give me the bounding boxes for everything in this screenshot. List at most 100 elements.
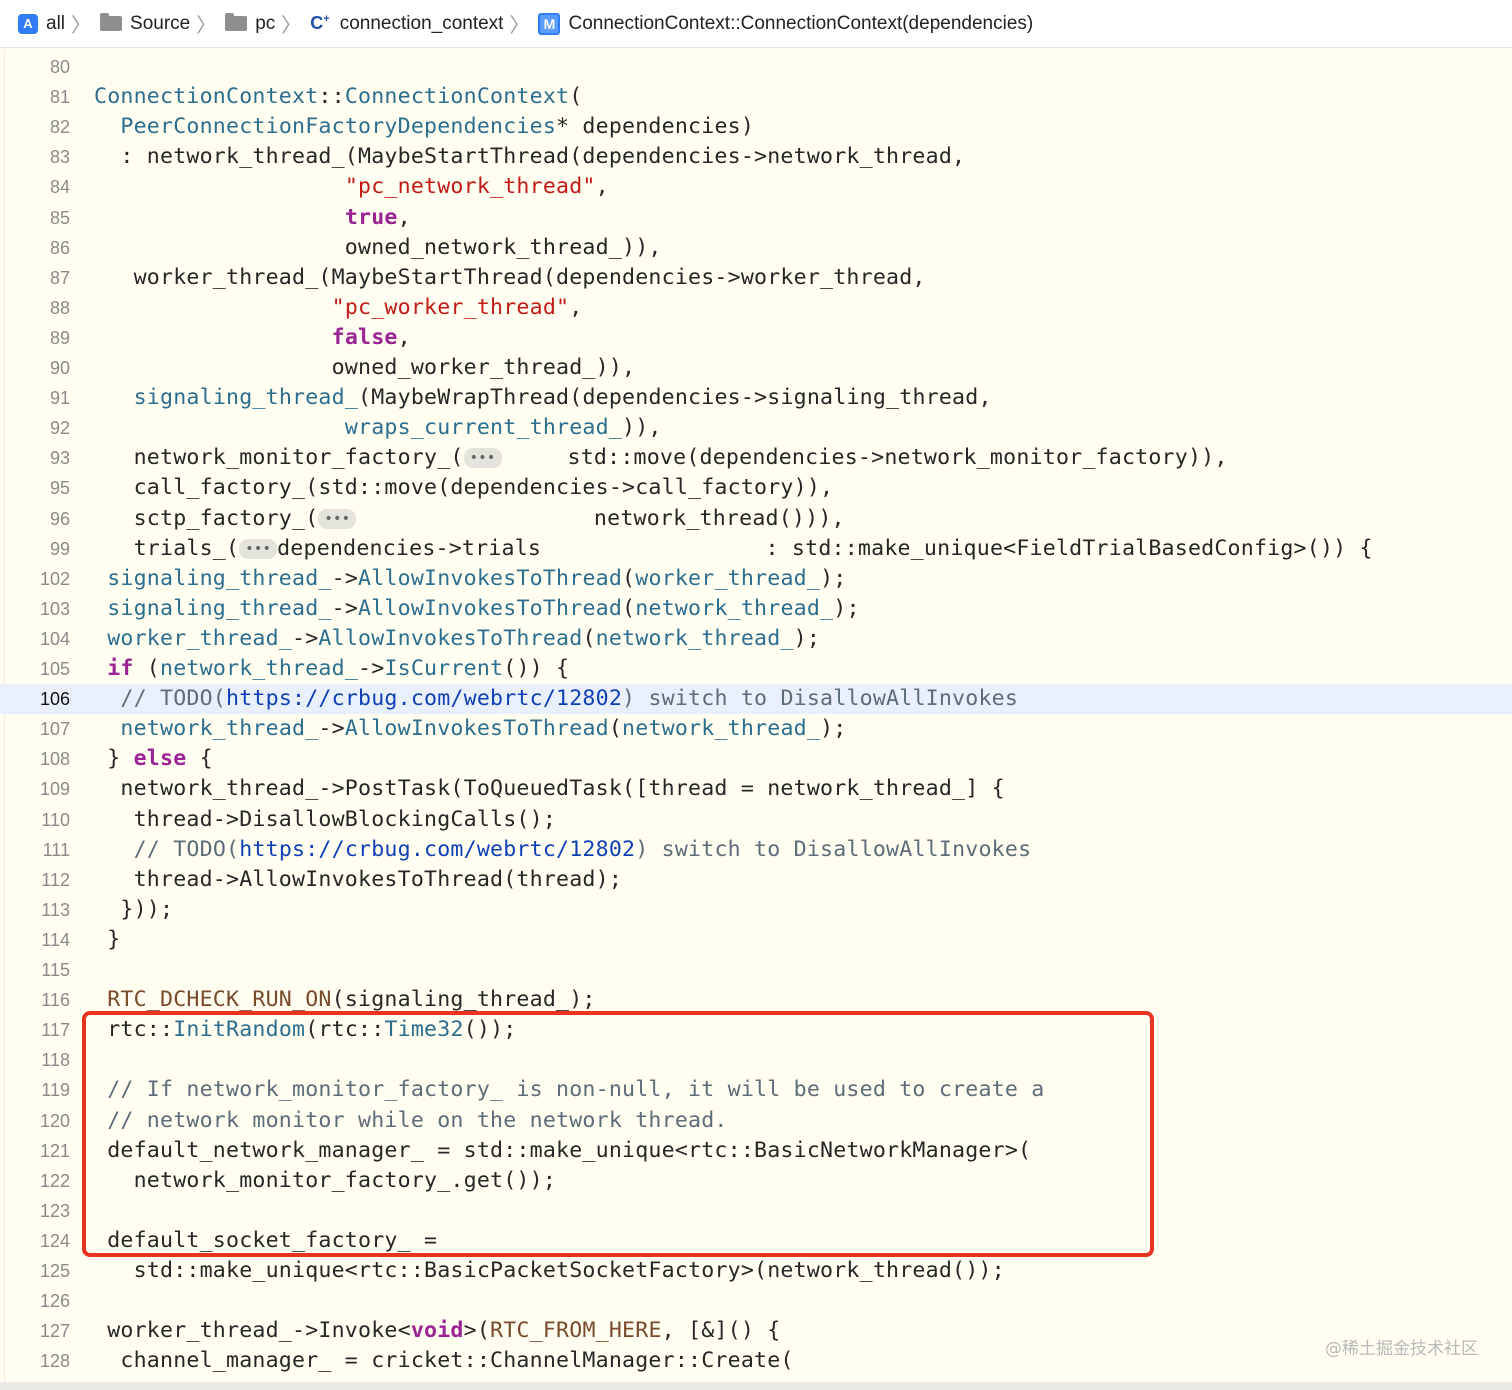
horizontal-scrollbar[interactable]	[0, 1382, 1512, 1390]
code-text[interactable]: network_thread_->AllowInvokesToThread(ne…	[94, 714, 846, 744]
code-text[interactable]: : network_thread_(MaybeStartThread(depen…	[94, 142, 965, 172]
code-text[interactable]: if (network_thread_->IsCurrent()) {	[94, 654, 569, 684]
code-text[interactable]: sctp_factory_(••• network_thread())),	[94, 504, 845, 534]
breadcrumb-item-method[interactable]: M ConnectionContext::ConnectionContext(d…	[538, 12, 1033, 35]
code-line[interactable]: 80	[0, 52, 1512, 82]
line-number[interactable]: 117	[0, 1015, 70, 1045]
line-number[interactable]: 126	[0, 1286, 70, 1316]
line-number[interactable]: 105	[0, 654, 70, 684]
line-number[interactable]: 123	[0, 1196, 70, 1226]
line-number[interactable]: 127	[0, 1316, 70, 1346]
code-text[interactable]: worker_thread_(MaybeStartThread(dependen…	[94, 263, 926, 293]
line-number[interactable]: 108	[0, 744, 70, 774]
code-line[interactable]: 107 network_thread_->AllowInvokesToThrea…	[0, 714, 1512, 744]
code-text[interactable]: owned_worker_thread_)),	[94, 353, 635, 383]
code-line[interactable]: 88 "pc_worker_thread",	[0, 293, 1512, 323]
line-number[interactable]: 92	[0, 413, 70, 443]
code-line[interactable]: 95 call_factory_(std::move(dependencies-…	[0, 473, 1512, 503]
code-line[interactable]: 83 : network_thread_(MaybeStartThread(de…	[0, 142, 1512, 172]
code-line[interactable]: 82 PeerConnectionFactoryDependencies* de…	[0, 112, 1512, 142]
code-line[interactable]: 86 owned_network_thread_)),	[0, 233, 1512, 263]
line-number[interactable]: 128	[0, 1346, 70, 1376]
line-number[interactable]: 119	[0, 1075, 70, 1105]
breadcrumb-item-all[interactable]: A all	[18, 13, 65, 35]
line-number[interactable]: 85	[0, 203, 70, 233]
line-number[interactable]: 109	[0, 774, 70, 804]
code-line[interactable]: 105 if (network_thread_->IsCurrent()) {	[0, 654, 1512, 684]
line-number[interactable]: 120	[0, 1106, 70, 1136]
code-text[interactable]: }	[94, 925, 120, 955]
code-text[interactable]: true,	[94, 203, 411, 233]
code-text[interactable]: worker_thread_->AllowInvokesToThread(net…	[94, 624, 820, 654]
code-text[interactable]: trials_(••• dependencies->trials : std::m…	[94, 534, 1373, 564]
code-text[interactable]: // TODO(https://crbug.com/webrtc/12802) …	[94, 835, 1031, 865]
line-number[interactable]: 80	[0, 52, 70, 82]
code-text[interactable]: ConnectionContext::ConnectionContext(	[94, 82, 582, 112]
code-text[interactable]: owned_network_thread_)),	[94, 233, 662, 263]
code-text[interactable]: "pc_worker_thread",	[94, 293, 583, 323]
code-line[interactable]: 109 network_thread_->PostTask(ToQueuedTa…	[0, 774, 1512, 804]
code-line[interactable]: 81 ConnectionContext::ConnectionContext(	[0, 82, 1512, 112]
code-line[interactable]: 104 worker_thread_->AllowInvokesToThread…	[0, 624, 1512, 654]
code-line[interactable]: 93 network_monitor_factory_(••• std::mov…	[0, 443, 1512, 473]
code-text[interactable]: network_thread_->PostTask(ToQueuedTask([…	[94, 774, 1005, 804]
code-line[interactable]: 87 worker_thread_(MaybeStartThread(depen…	[0, 263, 1512, 293]
code-text[interactable]: PeerConnectionFactoryDependencies* depen…	[94, 112, 754, 142]
line-number[interactable]: 103	[0, 594, 70, 624]
code-line[interactable]: 84 "pc_network_thread",	[0, 172, 1512, 202]
line-number[interactable]: 86	[0, 233, 70, 263]
code-line[interactable]: 85 true,	[0, 203, 1512, 233]
line-number[interactable]: 82	[0, 112, 70, 142]
line-number[interactable]: 118	[0, 1045, 70, 1075]
line-number[interactable]: 121	[0, 1136, 70, 1166]
code-text[interactable]: signaling_thread_(MaybeWrapThread(depend…	[94, 383, 992, 413]
fold-ellipsis-button[interactable]: •••	[463, 448, 502, 469]
breadcrumb-item-pc[interactable]: pc	[225, 13, 275, 35]
code-text[interactable]: std::make_unique<rtc::BasicPacketSocketF…	[94, 1256, 1005, 1286]
code-line[interactable]: 89 false,	[0, 323, 1512, 353]
line-number[interactable]: 93	[0, 443, 70, 473]
code-line[interactable]: 126	[0, 1286, 1512, 1316]
fold-ellipsis-button[interactable]: •••	[239, 538, 278, 559]
fold-ellipsis-button[interactable]: •••	[318, 508, 357, 529]
code-line[interactable]: 108 } else {	[0, 744, 1512, 774]
code-line[interactable]: 99 trials_(••• dependencies->trials : std…	[0, 534, 1512, 564]
line-number[interactable]: 87	[0, 263, 70, 293]
code-text[interactable]: } else {	[94, 744, 213, 774]
code-line[interactable]: 96 sctp_factory_(••• network_thread())),	[0, 504, 1512, 534]
code-line[interactable]: 90 owned_worker_thread_)),	[0, 353, 1512, 383]
code-line[interactable]: 112 thread->AllowInvokesToThread(thread)…	[0, 865, 1512, 895]
line-number[interactable]: 115	[0, 955, 70, 985]
code-text[interactable]: channel_manager_ = cricket::ChannelManag…	[94, 1346, 794, 1376]
code-line[interactable]: 91 signaling_thread_(MaybeWrapThread(dep…	[0, 383, 1512, 413]
code-text[interactable]: thread->AllowInvokesToThread(thread);	[94, 865, 622, 895]
code-line[interactable]: 102 signaling_thread_->AllowInvokesToThr…	[0, 564, 1512, 594]
breadcrumb-item-connection-context[interactable]: C+ connection_context	[310, 13, 503, 35]
line-number[interactable]: 112	[0, 865, 70, 895]
code-text[interactable]: false,	[94, 323, 411, 353]
code-text[interactable]: signaling_thread_->AllowInvokesToThread(…	[94, 594, 860, 624]
code-text[interactable]: thread->DisallowBlockingCalls();	[94, 805, 556, 835]
code-text[interactable]: worker_thread_->Invoke<void>(RTC_FROM_HE…	[94, 1316, 780, 1346]
code-text[interactable]: network_monitor_factory_(••• std::move(d…	[94, 443, 1228, 473]
line-number[interactable]: 91	[0, 383, 70, 413]
line-number[interactable]: 83	[0, 142, 70, 172]
line-number[interactable]: 116	[0, 985, 70, 1015]
line-number[interactable]: 81	[0, 82, 70, 112]
code-line[interactable]: 111 // TODO(https://crbug.com/webrtc/128…	[0, 835, 1512, 865]
line-number[interactable]: 107	[0, 714, 70, 744]
line-number[interactable]: 88	[0, 293, 70, 323]
line-number[interactable]: 122	[0, 1166, 70, 1196]
code-text[interactable]: // TODO(https://crbug.com/webrtc/12802) …	[94, 684, 1018, 714]
code-line[interactable]: 113 }));	[0, 895, 1512, 925]
line-number[interactable]: 90	[0, 353, 70, 383]
code-text[interactable]: call_factory_(std::move(dependencies->ca…	[94, 473, 833, 503]
code-line[interactable]: 92 wraps_current_thread_)),	[0, 413, 1512, 443]
line-number[interactable]: 114	[0, 925, 70, 955]
code-text[interactable]: signaling_thread_->AllowInvokesToThread(…	[94, 564, 846, 594]
line-number[interactable]: 95	[0, 473, 70, 503]
code-text[interactable]: "pc_network_thread",	[94, 172, 609, 202]
code-line[interactable]: 106 // TODO(https://crbug.com/webrtc/128…	[0, 684, 1512, 715]
code-line[interactable]: 110 thread->DisallowBlockingCalls();	[0, 805, 1512, 835]
line-number[interactable]: 113	[0, 895, 70, 925]
